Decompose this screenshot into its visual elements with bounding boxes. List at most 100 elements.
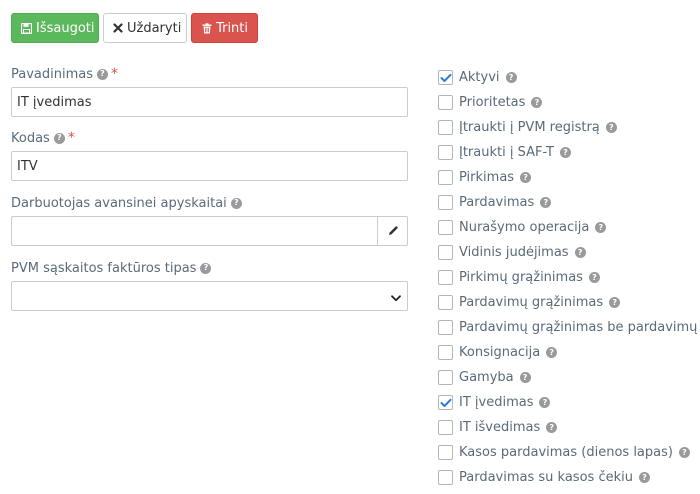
required-marker: *	[67, 130, 75, 146]
help-icon[interactable]: ?	[605, 122, 617, 133]
help-icon[interactable]: ?	[574, 247, 586, 258]
checkbox-label: Pardavimas	[459, 195, 535, 210]
checkbox-label: Gamyba	[459, 370, 514, 385]
checkbox-row[interactable]: Pirkimų grąžinimas?	[438, 265, 700, 290]
help-icon[interactable]: ?	[678, 447, 690, 458]
code-input-value: ITV	[17, 158, 38, 174]
checkbox-row[interactable]: Prioritetas?	[438, 90, 700, 115]
help-icon[interactable]: ?	[519, 372, 531, 383]
checkbox[interactable]	[438, 345, 453, 360]
required-marker: *	[111, 66, 118, 82]
help-icon[interactable]: ?	[539, 397, 551, 408]
checkbox[interactable]	[438, 420, 453, 435]
checkbox-label: Pirkimų grąžinimas	[459, 270, 583, 285]
floppy-disk-icon	[21, 22, 32, 34]
delete-button-label: Trinti	[216, 20, 248, 36]
name-label: Pavadinimas	[11, 66, 93, 82]
help-icon[interactable]: ?	[520, 172, 532, 183]
checkbox-row[interactable]: Pardavimas?	[438, 190, 700, 215]
checkbox-label: Vidinis judėjimas	[459, 245, 569, 260]
employee-input[interactable]	[11, 216, 377, 246]
help-icon[interactable]: ?	[609, 297, 621, 308]
checkbox-label: Konsignacija	[459, 345, 541, 360]
help-icon[interactable]: ?	[53, 132, 65, 144]
checkbox-row[interactable]: IT išvedimas?	[438, 415, 700, 440]
checkbox-row[interactable]: IT įvedimas?	[438, 390, 700, 415]
employee-label: Darbuotojas avansinei apyskaitai	[11, 195, 227, 211]
checkbox[interactable]	[438, 70, 453, 85]
checkbox[interactable]	[438, 120, 453, 135]
checkbox[interactable]	[438, 270, 453, 285]
checkbox-row[interactable]: Pardavimas su kasos čekiu?	[438, 465, 700, 490]
checkbox[interactable]	[438, 95, 453, 110]
checkbox-label: Nurašymo operacija	[459, 220, 590, 235]
checkbox-label: IT įvedimas	[459, 395, 534, 410]
delete-button[interactable]: Trinti	[191, 13, 258, 43]
edit-employee-button[interactable]	[377, 216, 408, 246]
checkbox-label: Kasos pardavimas (dienos lapas)	[459, 445, 673, 460]
checkbox-row[interactable]: Kasos pardavimas (dienos lapas)?	[438, 440, 700, 465]
checkbox-label: Pardavimas su kasos čekiu	[459, 470, 633, 485]
checkbox[interactable]	[438, 470, 453, 485]
checkbox-row[interactable]: Pardavimų grąžinimas?	[438, 290, 700, 315]
checkbox[interactable]	[438, 295, 453, 310]
name-input[interactable]: IT įvedimas	[11, 87, 408, 117]
checkbox-label: Pardavimų grąžinimas be pardavimų	[459, 320, 698, 335]
code-label-row: Kodas ? *	[11, 130, 408, 146]
vat-invoice-type-label-row: PVM sąskaitos faktūros tipas ?	[11, 260, 408, 276]
close-button[interactable]: Uždaryti	[103, 13, 187, 43]
toolbar: Išsaugoti Uždaryti Trinti	[11, 13, 258, 43]
vat-invoice-type-select[interactable]	[11, 281, 408, 311]
checkbox-row[interactable]: Konsignacija?	[438, 340, 700, 365]
checkbox-row[interactable]: Pirkimas?	[438, 165, 700, 190]
code-label: Kodas	[11, 130, 50, 146]
help-icon[interactable]: ?	[531, 97, 543, 108]
help-icon[interactable]: ?	[546, 422, 558, 433]
help-icon[interactable]: ?	[546, 347, 558, 358]
checkbox-row[interactable]: Pardavimų grąžinimas be pardavimų?	[438, 315, 700, 340]
close-icon	[113, 22, 123, 34]
checkbox-row[interactable]: Vidinis judėjimas?	[438, 240, 700, 265]
help-icon[interactable]: ?	[97, 68, 108, 80]
checkbox[interactable]	[438, 395, 453, 410]
help-icon[interactable]: ?	[559, 147, 571, 158]
checkbox-label: Pirkimas	[459, 170, 515, 185]
save-button[interactable]: Išsaugoti	[11, 13, 99, 43]
checkbox-label: Pardavimų grąžinimas	[459, 295, 604, 310]
pencil-icon	[387, 222, 399, 241]
help-icon[interactable]: ?	[638, 472, 650, 483]
close-button-label: Uždaryti	[127, 20, 182, 36]
checkbox[interactable]	[438, 220, 453, 235]
help-icon[interactable]: ?	[595, 222, 607, 233]
checkbox[interactable]	[438, 370, 453, 385]
employee-group: Darbuotojas avansinei apyskaitai ?	[11, 195, 408, 246]
help-icon[interactable]: ?	[588, 272, 600, 283]
help-icon[interactable]: ?	[200, 262, 212, 274]
trash-icon	[201, 22, 212, 34]
employee-input-group	[11, 216, 408, 246]
checkbox-row[interactable]: Gamyba?	[438, 365, 700, 390]
checkbox[interactable]	[438, 195, 453, 210]
checkbox[interactable]	[438, 245, 453, 260]
checkmark-icon	[440, 73, 451, 82]
checkbox-row[interactable]: Aktyvi?	[438, 65, 700, 90]
vat-invoice-type-group: PVM sąskaitos faktūros tipas ?	[11, 260, 408, 311]
help-icon[interactable]: ?	[230, 197, 242, 209]
checkbox-label: Įtraukti į SAF-T	[459, 145, 554, 160]
checkbox-row[interactable]: Įtraukti į SAF-T?	[438, 140, 700, 165]
code-group: Kodas ? * ITV	[11, 130, 408, 181]
chevron-down-icon	[391, 287, 401, 306]
checkbox-row[interactable]: Nurašymo operacija?	[438, 215, 700, 240]
name-input-value: IT įvedimas	[17, 94, 92, 110]
checkbox[interactable]	[438, 170, 453, 185]
checkbox-label: Prioritetas	[459, 95, 526, 110]
checkbox-label: Aktyvi	[459, 70, 500, 85]
checkbox[interactable]	[438, 445, 453, 460]
help-icon[interactable]: ?	[505, 72, 517, 83]
checkbox[interactable]	[438, 320, 453, 335]
help-icon[interactable]: ?	[540, 197, 552, 208]
code-input[interactable]: ITV	[11, 151, 408, 181]
checkbox[interactable]	[438, 145, 453, 160]
checkbox-label: IT išvedimas	[459, 420, 541, 435]
checkbox-row[interactable]: Įtraukti į PVM registrą?	[438, 115, 700, 140]
